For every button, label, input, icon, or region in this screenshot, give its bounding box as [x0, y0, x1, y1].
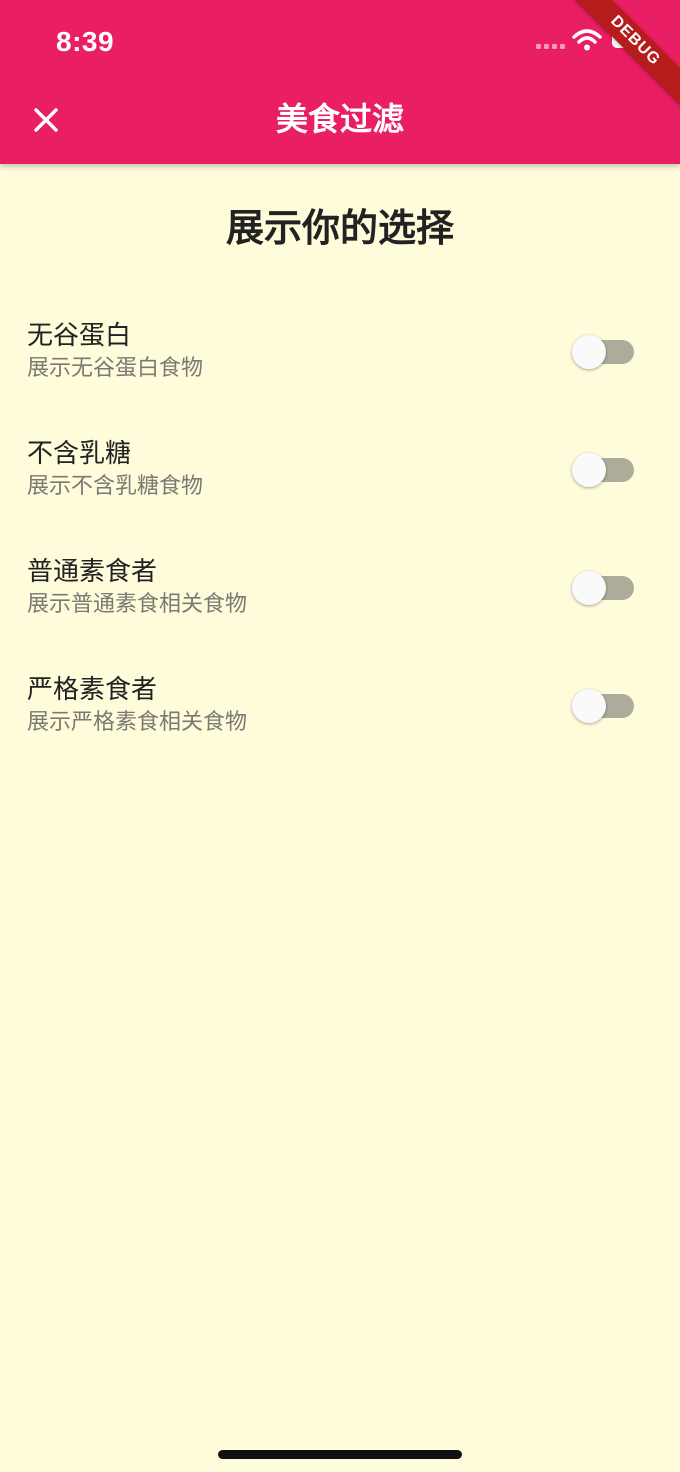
- home-indicator[interactable]: [218, 1450, 462, 1459]
- switch-thumb: [572, 689, 606, 723]
- filter-item-lactose-free[interactable]: 不含乳糖 展示不含乳糖食物: [0, 410, 680, 528]
- filter-item-vegetarian[interactable]: 普通素食者 展示普通素食相关食物: [0, 528, 680, 646]
- filter-title: 无谷蛋白: [27, 321, 132, 351]
- switch-thumb: [572, 571, 606, 605]
- filter-title: 普通素食者: [27, 557, 158, 587]
- app-bar: 8:39 美食过滤: [0, 0, 680, 164]
- page-heading: 展示你的选择: [225, 206, 454, 250]
- cellular-signal-icon: [536, 44, 565, 49]
- vegetarian-switch[interactable]: [572, 571, 634, 605]
- filter-subtitle: 展示不含乳糖食物: [27, 474, 204, 499]
- app-bar-title: 美食过滤: [275, 100, 404, 138]
- lactose-free-switch[interactable]: [572, 453, 634, 487]
- status-bar-time: 8:39: [56, 26, 115, 57]
- filter-title: 严格素食者: [27, 675, 158, 705]
- gluten-free-switch[interactable]: [572, 335, 634, 369]
- filter-subtitle: 展示严格素食相关食物: [27, 710, 248, 735]
- filter-title: 不含乳糖: [27, 439, 132, 469]
- switch-thumb: [572, 335, 606, 369]
- switch-thumb: [572, 453, 606, 487]
- vegan-switch[interactable]: [572, 689, 634, 723]
- wifi-icon: [572, 29, 602, 51]
- filter-subtitle: 展示无谷蛋白食物: [27, 356, 204, 381]
- filter-subtitle: 展示普通素食相关食物: [27, 592, 248, 617]
- filter-item-vegan[interactable]: 严格素食者 展示严格素食相关食物: [0, 646, 680, 764]
- filter-list: 无谷蛋白 展示无谷蛋白食物 不含乳糖 展示不含乳糖食物 普通素食者 展示普通素食…: [0, 292, 680, 764]
- filter-item-gluten-free[interactable]: 无谷蛋白 展示无谷蛋白食物: [0, 292, 680, 410]
